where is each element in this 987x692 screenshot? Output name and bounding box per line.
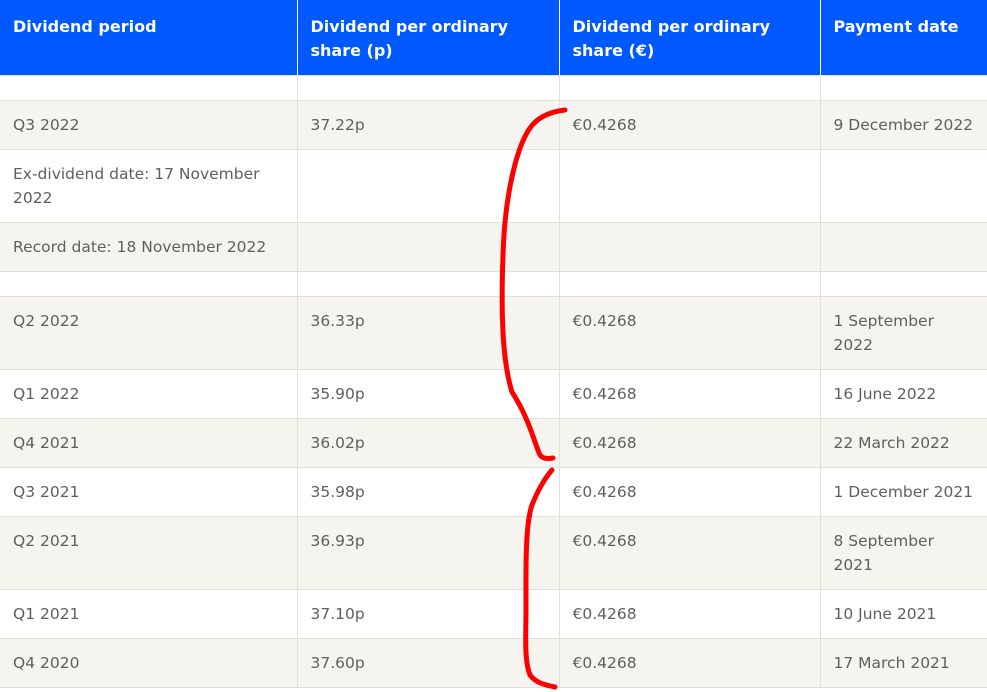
cell-period: Q2 2021 [0, 516, 298, 590]
table-cell [819, 75, 987, 101]
cell-period: Q4 2020 [0, 638, 298, 688]
cell-payment-date [819, 222, 987, 272]
cell-pence: 35.98p [296, 467, 560, 517]
table-body: Q3 2022 37.22p €0.4268 9 December 2022 E… [0, 75, 987, 688]
table-cell [558, 271, 821, 297]
cell-euro: €0.4268 [558, 100, 821, 150]
cell-period: Q4 2021 [0, 418, 298, 468]
header-dividend-euro: Dividend per ordinary share (€) [559, 0, 821, 76]
cell-euro: €0.4268 [558, 638, 821, 688]
cell-period: Record date: 18 November 2022 [0, 222, 298, 272]
cell-pence: 37.22p [296, 100, 560, 150]
table-cell [558, 75, 821, 101]
table-cell [819, 271, 987, 297]
cell-euro [558, 149, 821, 223]
cell-payment-date: 22 March 2022 [819, 418, 987, 468]
cell-pence: 35.90p [296, 369, 560, 419]
table-cell [296, 271, 560, 297]
cell-period: Q1 2022 [0, 369, 298, 419]
cell-pence: 37.60p [296, 638, 560, 688]
cell-euro: €0.4268 [558, 516, 821, 590]
table-row: Q1 2022 35.90p €0.4268 16 June 2022 [0, 369, 987, 419]
dividend-table: Dividend period Dividend per ordinary sh… [0, 0, 987, 688]
cell-period: Ex-dividend date: 17 November 2022 [0, 149, 298, 223]
cell-payment-date: 16 June 2022 [819, 369, 987, 419]
table-cell [296, 75, 560, 101]
table-row: Q2 2022 36.33p €0.4268 1 September 2022 [0, 296, 987, 370]
cell-euro: €0.4268 [558, 369, 821, 419]
table-row: Q1 2021 37.10p €0.4268 10 June 2021 [0, 589, 987, 639]
cell-euro [558, 222, 821, 272]
cell-pence: 36.02p [296, 418, 560, 468]
cell-pence: 36.33p [296, 296, 560, 370]
header-dividend-pence: Dividend per ordinary share (p) [297, 0, 560, 76]
table-cell [0, 75, 298, 101]
cell-payment-date: 9 December 2022 [819, 100, 987, 150]
table-header: Dividend period Dividend per ordinary sh… [0, 0, 987, 76]
cell-payment-date: 17 March 2021 [819, 638, 987, 688]
spacer-row [0, 271, 987, 297]
cell-period: Q3 2021 [0, 467, 298, 517]
cell-euro: €0.4268 [558, 467, 821, 517]
cell-pence [296, 149, 560, 223]
header-dividend-period: Dividend period [0, 0, 298, 76]
cell-period: Q2 2022 [0, 296, 298, 370]
cell-pence: 37.10p [296, 589, 560, 639]
cell-payment-date: 10 June 2021 [819, 589, 987, 639]
table-cell [0, 271, 298, 297]
table-row: Q3 2021 35.98p €0.4268 1 December 2021 [0, 467, 987, 517]
spacer-row [0, 75, 987, 101]
cell-payment-date [819, 149, 987, 223]
table-row: Record date: 18 November 2022 [0, 222, 987, 272]
cell-euro: €0.4268 [558, 418, 821, 468]
cell-euro: €0.4268 [558, 296, 821, 370]
header-row: Dividend period Dividend per ordinary sh… [0, 0, 987, 76]
cell-period: Q1 2021 [0, 589, 298, 639]
table-row: Q3 2022 37.22p €0.4268 9 December 2022 [0, 100, 987, 150]
cell-pence [296, 222, 560, 272]
cell-period: Q3 2022 [0, 100, 298, 150]
table-row: Ex-dividend date: 17 November 2022 [0, 149, 987, 223]
table-row: Q2 2021 36.93p €0.4268 8 September 2021 [0, 516, 987, 590]
cell-pence: 36.93p [296, 516, 560, 590]
cell-payment-date: 1 September 2022 [819, 296, 987, 370]
table-row: Q4 2021 36.02p €0.4268 22 March 2022 [0, 418, 987, 468]
cell-euro: €0.4268 [558, 589, 821, 639]
header-payment-date: Payment date [820, 0, 987, 76]
cell-payment-date: 1 December 2021 [819, 467, 987, 517]
cell-payment-date: 8 September 2021 [819, 516, 987, 590]
table-row: Q4 2020 37.60p €0.4268 17 March 2021 [0, 638, 987, 688]
